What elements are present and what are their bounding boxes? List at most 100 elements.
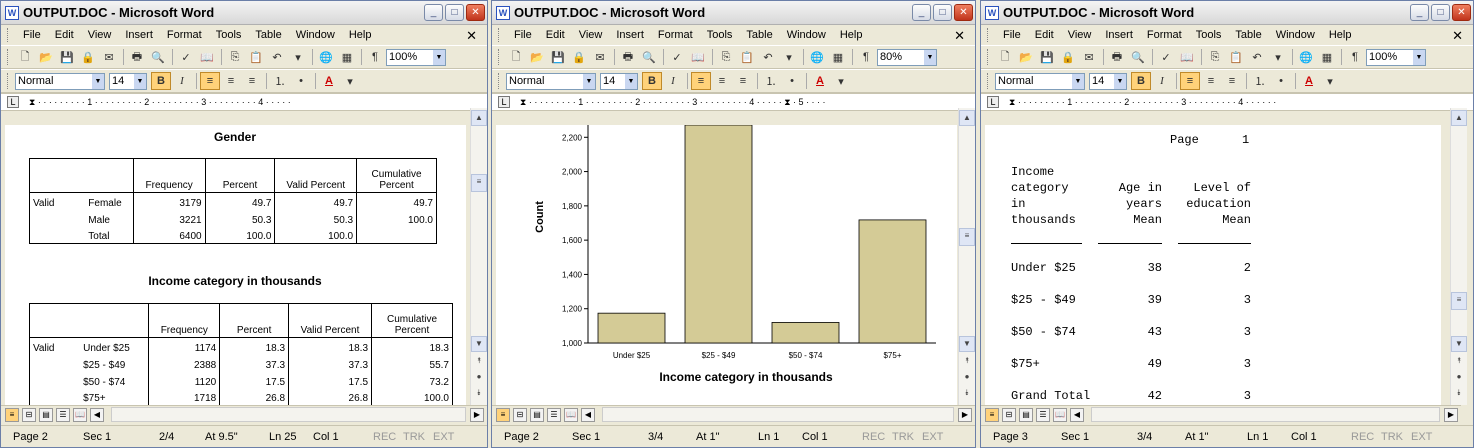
- word-doc-icon[interactable]: W: [5, 5, 19, 20]
- status-rec[interactable]: REC: [862, 431, 885, 443]
- print-icon[interactable]: 🖶: [1107, 48, 1127, 66]
- horizontal-ruler[interactable]: L ⧗ · · · · · · · · · 1 · · · · · · · · …: [981, 93, 1473, 111]
- chevron-down-icon[interactable]: ▼: [433, 49, 445, 65]
- email-icon[interactable]: ✉: [590, 48, 610, 66]
- show-formatting-icon[interactable]: ¶: [365, 48, 385, 66]
- status-trk[interactable]: TRK: [892, 431, 914, 443]
- title-bar[interactable]: W OUTPUT.DOC - Microsoft Word _ □ ✕: [1, 1, 487, 25]
- research-icon[interactable]: 📖: [1177, 48, 1197, 66]
- scroll-right-icon[interactable]: ▶: [1444, 407, 1458, 422]
- tab-selector-icon[interactable]: L: [7, 96, 19, 108]
- menu-format[interactable]: Format: [167, 29, 202, 41]
- undo-icon[interactable]: ↶: [267, 48, 287, 66]
- reading-layout-icon[interactable]: 📖: [73, 407, 87, 422]
- new-document-icon[interactable]: 🗋: [506, 48, 526, 66]
- status-ext[interactable]: EXT: [1411, 431, 1432, 443]
- scroll-right-icon[interactable]: ▶: [958, 407, 972, 422]
- menu-help[interactable]: Help: [1329, 29, 1352, 41]
- zoom-select[interactable]: 80% ▼: [877, 48, 937, 66]
- menu-window[interactable]: Window: [296, 29, 335, 41]
- menu-insert[interactable]: Insert: [125, 29, 153, 41]
- align-left-icon[interactable]: ≡: [200, 72, 220, 90]
- menu-insert[interactable]: Insert: [1105, 29, 1133, 41]
- spelling-icon[interactable]: ✓: [176, 48, 196, 66]
- chevron-down-icon[interactable]: ▼: [1413, 49, 1425, 65]
- minimize-button[interactable]: _: [1410, 4, 1429, 21]
- maximize-button[interactable]: □: [1431, 4, 1450, 21]
- menu-file[interactable]: File: [514, 29, 532, 41]
- menu-edit[interactable]: Edit: [55, 29, 74, 41]
- style-select[interactable]: Normal ▼: [506, 72, 596, 90]
- save-icon[interactable]: 💾: [57, 48, 77, 66]
- bullets-icon[interactable]: •: [291, 72, 311, 90]
- print-layout-icon[interactable]: ▤: [530, 407, 544, 422]
- status-rec[interactable]: REC: [1351, 431, 1374, 443]
- font-size-select[interactable]: 14 ▼: [109, 72, 147, 90]
- align-left-icon[interactable]: ≡: [1180, 72, 1200, 90]
- copy-icon[interactable]: ⎘: [716, 48, 736, 66]
- web-layout-icon[interactable]: ⊟: [22, 407, 36, 422]
- open-folder-icon[interactable]: 📂: [1016, 48, 1036, 66]
- align-right-icon[interactable]: ≡: [733, 72, 753, 90]
- previous-page-icon[interactable]: ⯭: [471, 354, 487, 370]
- minimize-button[interactable]: _: [912, 4, 931, 21]
- hyperlink-icon[interactable]: 🌐: [807, 48, 827, 66]
- horizontal-scrollbar[interactable]: [111, 407, 466, 422]
- menu-tools[interactable]: Tools: [1196, 29, 1222, 41]
- paste-icon[interactable]: 📋: [1226, 48, 1246, 66]
- menu-edit[interactable]: Edit: [546, 29, 565, 41]
- scroll-left-icon[interactable]: ◀: [1070, 407, 1084, 422]
- italic-button[interactable]: I: [172, 72, 192, 90]
- table-icon[interactable]: ▦: [828, 48, 848, 66]
- web-layout-icon[interactable]: ⊟: [513, 407, 527, 422]
- email-icon[interactable]: ✉: [1079, 48, 1099, 66]
- menu-table[interactable]: Table: [255, 29, 281, 41]
- style-select[interactable]: Normal ▼: [15, 72, 105, 90]
- bold-button[interactable]: B: [1131, 72, 1151, 90]
- menu-table[interactable]: Table: [1235, 29, 1261, 41]
- chevron-down-icon[interactable]: ▼: [1072, 73, 1084, 89]
- word-doc-icon[interactable]: W: [496, 5, 510, 20]
- align-right-icon[interactable]: ≡: [242, 72, 262, 90]
- outline-view-icon[interactable]: ☰: [1036, 407, 1050, 422]
- spelling-icon[interactable]: ✓: [667, 48, 687, 66]
- open-folder-icon[interactable]: 📂: [36, 48, 56, 66]
- align-center-icon[interactable]: ≡: [221, 72, 241, 90]
- maximize-button[interactable]: □: [445, 4, 464, 21]
- permission-icon[interactable]: 🔒: [569, 48, 589, 66]
- previous-page-icon[interactable]: ⯭: [959, 354, 975, 370]
- status-trk[interactable]: TRK: [1381, 431, 1403, 443]
- print-preview-icon[interactable]: 🔍: [639, 48, 659, 66]
- menu-help[interactable]: Help: [840, 29, 863, 41]
- font-color-icon[interactable]: A: [1299, 72, 1319, 90]
- close-document-icon[interactable]: ✕: [466, 28, 477, 44]
- next-page-icon[interactable]: ⯯: [959, 386, 975, 402]
- italic-button[interactable]: I: [663, 72, 683, 90]
- close-button[interactable]: ✕: [954, 4, 973, 21]
- next-page-icon[interactable]: ⯯: [471, 386, 487, 402]
- close-document-icon[interactable]: ✕: [954, 28, 965, 44]
- table-icon[interactable]: ▦: [1317, 48, 1337, 66]
- word-doc-icon[interactable]: W: [985, 5, 999, 20]
- research-icon[interactable]: 📖: [688, 48, 708, 66]
- font-size-select[interactable]: 14 ▼: [600, 72, 638, 90]
- paste-icon[interactable]: 📋: [246, 48, 266, 66]
- horizontal-scrollbar[interactable]: [1091, 407, 1440, 422]
- document-page[interactable]: Page 1 Income category in thousands Age …: [985, 125, 1441, 405]
- font-size-select[interactable]: 14 ▼: [1089, 72, 1127, 90]
- tab-selector-icon[interactable]: L: [498, 96, 510, 108]
- document-page[interactable]: Gender Frequency Percent Valid Percent C…: [5, 125, 466, 405]
- scroll-thumb[interactable]: ≡: [959, 228, 975, 246]
- print-icon[interactable]: 🖶: [127, 48, 147, 66]
- scroll-up-icon[interactable]: ▲: [471, 110, 487, 126]
- permission-icon[interactable]: 🔒: [1058, 48, 1078, 66]
- new-document-icon[interactable]: 🗋: [995, 48, 1015, 66]
- open-folder-icon[interactable]: 📂: [527, 48, 547, 66]
- chevron-down-icon[interactable]: ▾: [779, 48, 799, 66]
- select-browse-object-icon[interactable]: ●: [1451, 370, 1467, 386]
- numbering-icon[interactable]: ⒈: [1250, 72, 1270, 90]
- status-rec[interactable]: REC: [373, 431, 396, 443]
- close-document-icon[interactable]: ✕: [1452, 28, 1463, 44]
- scroll-down-icon[interactable]: ▼: [1451, 336, 1467, 352]
- menu-insert[interactable]: Insert: [616, 29, 644, 41]
